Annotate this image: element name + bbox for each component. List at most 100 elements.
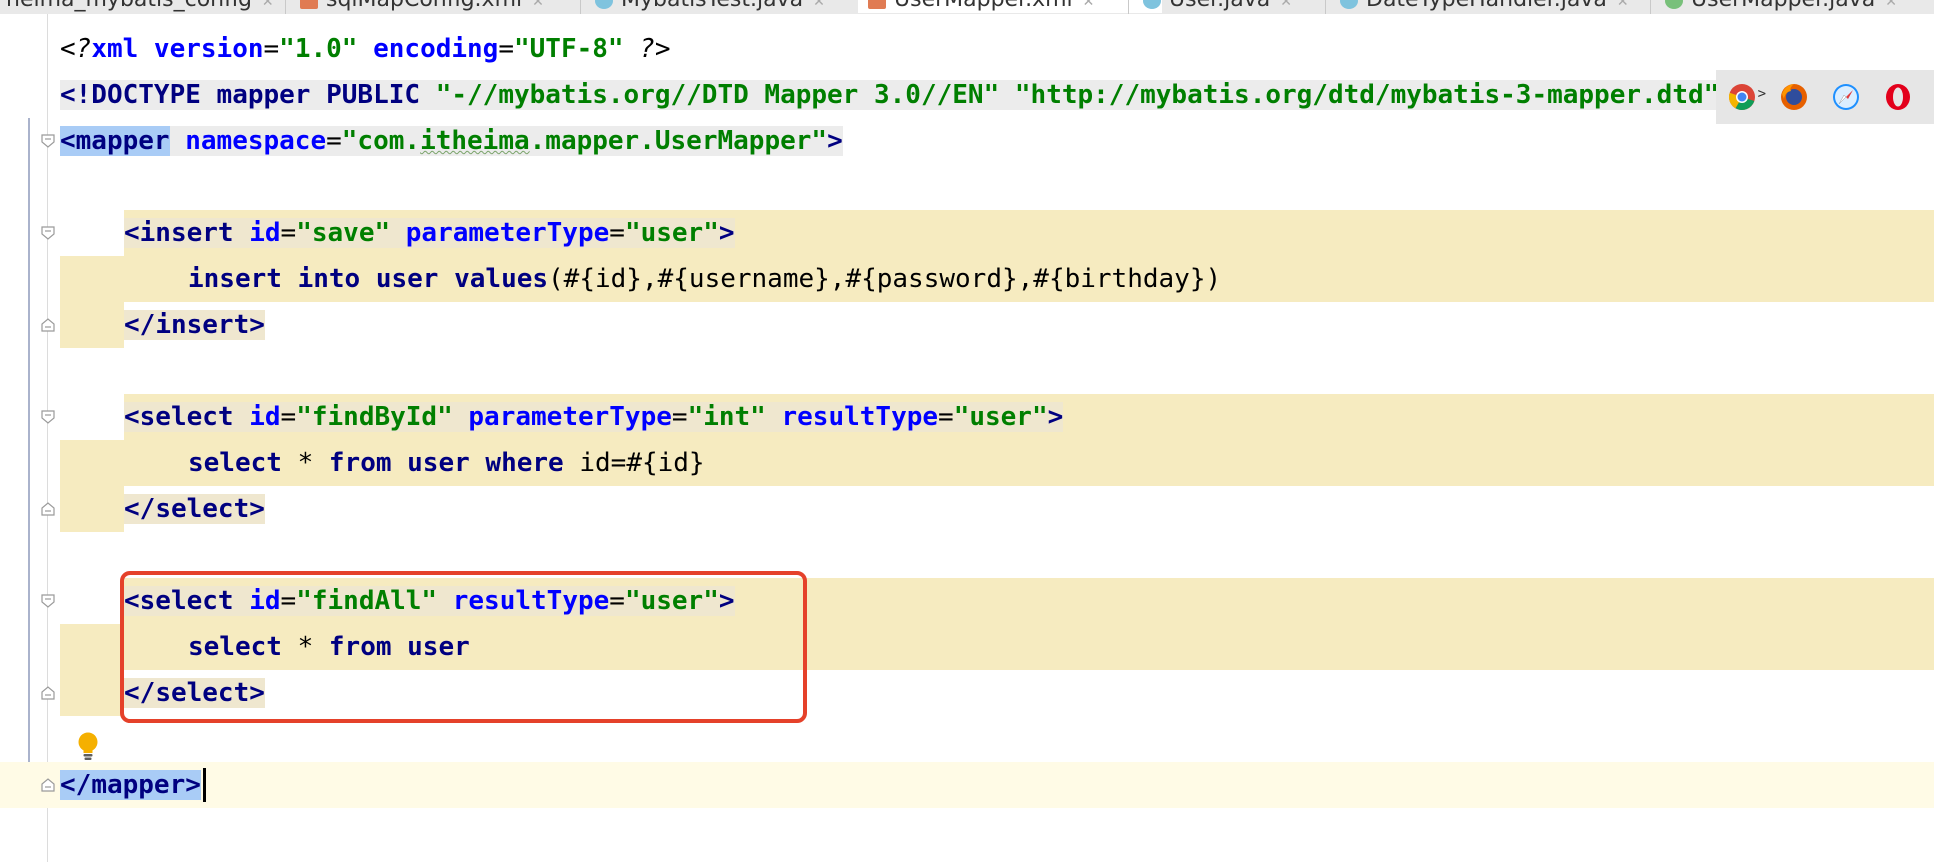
tab-usermapper-java[interactable]: UserMapper.java ✕ [1655,0,1897,13]
fold-end-icon[interactable] [41,778,55,792]
close-icon[interactable]: ✕ [262,0,274,10]
token: "user" [624,218,719,248]
close-icon[interactable]: ✕ [1083,0,1095,10]
fold-end-icon[interactable] [41,686,55,700]
token: "1.0" [279,34,358,64]
token: = [938,402,954,432]
editor-tab-bar: heima_mybatis_config✕ sqlMapConfig.xml✕ … [0,0,1934,14]
code-line-insert-sql[interactable]: insert into user values(#{id},#{username… [188,256,1221,302]
token: * [281,448,329,478]
token: > [1047,402,1064,432]
token: insert [139,218,234,248]
chrome-icon[interactable]: > [1716,70,1768,124]
opera-icon[interactable] [1872,70,1924,124]
token: "UTF-8" [514,34,624,64]
injected-language-band [60,302,124,348]
close-icon[interactable]: ✕ [532,0,544,10]
token: mapper [91,770,186,800]
close-icon[interactable]: ✕ [813,0,825,10]
token: = [326,126,342,156]
fold-end-icon[interactable] [41,502,55,516]
code-line-mapper-close[interactable]: </mapper> [60,762,201,808]
token: < [124,402,140,432]
token: xml [91,34,139,64]
token: namespace [169,126,327,156]
token: < [60,126,76,156]
tab-label: heima_mybatis_config [6,0,252,12]
tab-divider [1650,0,1651,14]
tab-mybatistest[interactable]: MybatisTest.java ✕ [585,0,825,13]
code-line-xml-declaration[interactable]: <?xml version="1.0" encoding="UTF-8" ?> [60,26,671,72]
token: "-//mybatis.org//DTD Mapper 3.0//EN" [420,80,1000,110]
token: version [138,34,264,64]
token: insert into user values [188,264,549,294]
close-icon[interactable]: ✕ [1617,0,1629,10]
tab-mybatis-config[interactable]: heima_mybatis_config ✕ [0,0,274,13]
token: insert [155,310,250,340]
fold-toggle-icon[interactable] [41,134,55,148]
token: = [609,218,625,248]
injected-language-band [60,486,124,532]
token: = [671,402,688,432]
xml-file-icon [300,0,318,9]
code-line-doctype[interactable]: <!DOCTYPE mapper PUBLIC "-//mybatis.org/… [60,72,1735,118]
token: mapper [75,126,170,156]
tab-datetypehandler[interactable]: DateTypeHandler.java ✕ [1330,0,1629,13]
token: encoding [357,34,499,64]
close-icon[interactable]: ✕ [1885,0,1897,10]
token: > [827,126,843,156]
token: ?> [623,34,671,64]
token: "save" [296,218,391,248]
tab-label: UserMapper.xml [894,0,1073,12]
fold-toggle-icon[interactable] [41,410,55,424]
annotation-highlight-box [120,571,807,723]
code-line-insert-open[interactable]: <insert id="save" parameterType="user"> [124,210,735,256]
fold-toggle-icon[interactable] [41,226,55,240]
code-line-select-findbyid-close[interactable]: </select> [124,486,265,532]
tab-label: sqlMapConfig.xml [326,0,522,12]
close-icon[interactable]: ✕ [1280,0,1292,10]
code-line-select-findbyid-open[interactable]: <select id="findById" parameterType="int… [124,394,1064,440]
token: < [124,218,140,248]
java-class-icon [1340,0,1358,9]
token: > [249,310,265,340]
tab-divider [1325,0,1326,14]
caret-row-highlight [0,762,1934,808]
token: PUBLIC [310,80,421,110]
token: > [718,218,735,248]
java-interface-icon [1665,0,1683,9]
token: parameterType [452,402,672,432]
tab-divider [580,0,581,14]
token: = [280,218,297,248]
token: = [280,402,297,432]
intention-bulb-icon[interactable] [77,731,99,761]
tab-label: UserMapper.java [1691,0,1875,12]
token: from user where [328,448,564,478]
token: </ [60,770,92,800]
text-caret [203,768,206,802]
token: > [185,770,201,800]
token: select [155,494,250,524]
token: itheima [420,126,530,156]
token: </ [124,310,156,340]
tab-usermapper-xml[interactable]: UserMapper.xml ✕ [858,0,1162,13]
token: parameterType [390,218,610,248]
firefox-icon[interactable] [1768,70,1820,124]
tab-sqlmapconfig[interactable]: sqlMapConfig.xml ✕ [290,0,544,13]
code-line-mapper-open[interactable]: <mapper namespace="com.itheima.mapper.Us… [60,118,843,164]
safari-icon[interactable] [1820,70,1872,124]
fold-end-icon[interactable] [41,318,55,332]
fold-toggle-icon[interactable] [41,594,55,608]
tab-divider [285,0,286,14]
code-line-insert-close[interactable]: </insert> [124,302,265,348]
token: "com. [341,126,421,156]
tab-divider [1128,0,1129,14]
xml-file-icon [868,0,886,9]
code-line-findbyid-sql[interactable]: select * from user where id=#{id} [188,440,705,486]
java-class-icon [1143,0,1161,9]
injected-language-band [60,670,124,716]
token: "int" [687,402,766,432]
browser-preview-popup: > [1716,70,1934,124]
java-class-icon [595,0,613,9]
tab-user-java[interactable]: User.java ✕ [1133,0,1292,13]
